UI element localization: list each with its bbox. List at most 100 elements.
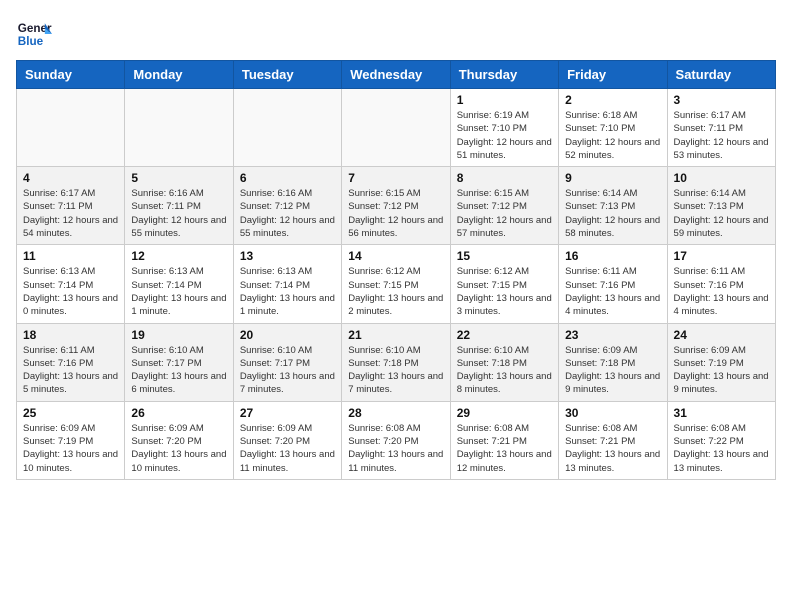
calendar-cell: 3 Sunrise: 6:17 AMSunset: 7:11 PMDaylight… — [667, 89, 775, 167]
weekday-header-tuesday: Tuesday — [233, 61, 341, 89]
calendar-cell: 18Sunrise: 6:11 AMSunset: 7:16 PMDayligh… — [17, 323, 125, 401]
day-number: 21 — [348, 328, 443, 342]
calendar-cell — [342, 89, 450, 167]
day-number: 10 — [674, 171, 769, 185]
day-info: Sunrise: 6:09 AMSunset: 7:19 PMDaylight:… — [23, 422, 118, 475]
weekday-header-sunday: Sunday — [17, 61, 125, 89]
calendar-cell: 20 Sunrise: 6:10 AMSunset: 7:17 PMDayligh… — [233, 323, 341, 401]
day-number: 2 — [565, 93, 660, 107]
calendar-cell: 26 Sunrise: 6:09 AMSunset: 7:20 PMDayligh… — [125, 401, 233, 479]
day-info: Sunrise: 6:13 AMSunset: 7:14 PMDaylight:… — [240, 265, 335, 318]
calendar-cell: 28 Sunrise: 6:08 AMSunset: 7:20 PMDayligh… — [342, 401, 450, 479]
day-number: 12 — [131, 249, 226, 263]
day-info: Sunrise: 6:14 AMSunset: 7:13 PMDaylight:… — [565, 187, 660, 240]
calendar-cell: 7 Sunrise: 6:15 AMSunset: 7:12 PMDaylight… — [342, 167, 450, 245]
day-info: Sunrise: 6:13 AMSunset: 7:14 PMDaylight:… — [131, 265, 226, 318]
day-info: Sunrise: 6:17 AMSunset: 7:11 PMDaylight:… — [674, 109, 769, 162]
calendar-cell: 5 Sunrise: 6:16 AMSunset: 7:11 PMDaylight… — [125, 167, 233, 245]
week-row-5: 25 Sunrise: 6:09 AMSunset: 7:19 PMDayligh… — [17, 401, 776, 479]
calendar-cell: 11 Sunrise: 6:13 AMSunset: 7:14 PMDayligh… — [17, 245, 125, 323]
day-number: 20 — [240, 328, 335, 342]
calendar-cell: 27 Sunrise: 6:09 AMSunset: 7:20 PMDayligh… — [233, 401, 341, 479]
calendar-cell — [233, 89, 341, 167]
weekday-header-row: SundayMondayTuesdayWednesdayThursdayFrid… — [17, 61, 776, 89]
day-info: Sunrise: 6:12 AMSunset: 7:15 PMDaylight:… — [457, 265, 552, 318]
calendar-cell: 9 Sunrise: 6:14 AMSunset: 7:13 PMDaylight… — [559, 167, 667, 245]
day-number: 16 — [565, 249, 660, 263]
day-number: 8 — [457, 171, 552, 185]
day-number: 28 — [348, 406, 443, 420]
calendar-cell: 30Sunrise: 6:08 AMSunset: 7:21 PMDayligh… — [559, 401, 667, 479]
day-number: 19 — [131, 328, 226, 342]
weekday-header-wednesday: Wednesday — [342, 61, 450, 89]
day-info: Sunrise: 6:08 AMSunset: 7:21 PMDaylight:… — [457, 422, 552, 475]
day-info: Sunrise: 6:09 AMSunset: 7:18 PMDaylight:… — [565, 344, 660, 397]
day-info: Sunrise: 6:10 AMSunset: 7:18 PMDaylight:… — [348, 344, 443, 397]
day-info: Sunrise: 6:11 AMSunset: 7:16 PMDaylight:… — [23, 344, 118, 397]
day-info: Sunrise: 6:10 AMSunset: 7:18 PMDaylight:… — [457, 344, 552, 397]
calendar-cell: 31 Sunrise: 6:08 AMSunset: 7:22 PMDayligh… — [667, 401, 775, 479]
calendar-cell: 15 Sunrise: 6:12 AMSunset: 7:15 PMDayligh… — [450, 245, 558, 323]
day-info: Sunrise: 6:13 AMSunset: 7:14 PMDaylight:… — [23, 265, 118, 318]
day-number: 13 — [240, 249, 335, 263]
day-info: Sunrise: 6:19 AMSunset: 7:10 PMDaylight:… — [457, 109, 552, 162]
day-info: Sunrise: 6:08 AMSunset: 7:22 PMDaylight:… — [674, 422, 769, 475]
calendar-cell: 17Sunrise: 6:11 AMSunset: 7:16 PMDayligh… — [667, 245, 775, 323]
page-header: General Blue — [16, 16, 776, 52]
day-info: Sunrise: 6:09 AMSunset: 7:20 PMDaylight:… — [240, 422, 335, 475]
calendar-cell: 14 Sunrise: 6:12 AMSunset: 7:15 PMDayligh… — [342, 245, 450, 323]
day-number: 4 — [23, 171, 118, 185]
calendar-cell: 8 Sunrise: 6:15 AMSunset: 7:12 PMDaylight… — [450, 167, 558, 245]
day-number: 22 — [457, 328, 552, 342]
day-number: 25 — [23, 406, 118, 420]
day-number: 15 — [457, 249, 552, 263]
logo: General Blue — [16, 16, 56, 52]
calendar-cell: 16 Sunrise: 6:11 AMSunset: 7:16 PMDayligh… — [559, 245, 667, 323]
calendar-table: SundayMondayTuesdayWednesdayThursdayFrid… — [16, 60, 776, 480]
logo-icon: General Blue — [16, 16, 52, 52]
day-number: 7 — [348, 171, 443, 185]
day-info: Sunrise: 6:12 AMSunset: 7:15 PMDaylight:… — [348, 265, 443, 318]
day-number: 6 — [240, 171, 335, 185]
calendar-cell: 13 Sunrise: 6:13 AMSunset: 7:14 PMDayligh… — [233, 245, 341, 323]
day-info: Sunrise: 6:17 AMSunset: 7:11 PMDaylight:… — [23, 187, 118, 240]
day-number: 31 — [674, 406, 769, 420]
calendar-cell: 12 Sunrise: 6:13 AMSunset: 7:14 PMDayligh… — [125, 245, 233, 323]
day-info: Sunrise: 6:09 AMSunset: 7:20 PMDaylight:… — [131, 422, 226, 475]
day-info: Sunrise: 6:15 AMSunset: 7:12 PMDaylight:… — [457, 187, 552, 240]
svg-text:Blue: Blue — [18, 35, 44, 48]
calendar-cell: 24 Sunrise: 6:09 AMSunset: 7:19 PMDayligh… — [667, 323, 775, 401]
calendar-cell: 1Sunrise: 6:19 AMSunset: 7:10 PMDaylight… — [450, 89, 558, 167]
day-info: Sunrise: 6:09 AMSunset: 7:19 PMDaylight:… — [674, 344, 769, 397]
day-number: 3 — [674, 93, 769, 107]
day-info: Sunrise: 6:11 AMSunset: 7:16 PMDaylight:… — [565, 265, 660, 318]
day-number: 11 — [23, 249, 118, 263]
day-number: 5 — [131, 171, 226, 185]
day-number: 27 — [240, 406, 335, 420]
calendar-cell: 2 Sunrise: 6:18 AMSunset: 7:10 PMDaylight… — [559, 89, 667, 167]
day-number: 24 — [674, 328, 769, 342]
day-info: Sunrise: 6:16 AMSunset: 7:12 PMDaylight:… — [240, 187, 335, 240]
week-row-3: 11 Sunrise: 6:13 AMSunset: 7:14 PMDayligh… — [17, 245, 776, 323]
day-number: 29 — [457, 406, 552, 420]
week-row-1: 1Sunrise: 6:19 AMSunset: 7:10 PMDaylight… — [17, 89, 776, 167]
day-number: 14 — [348, 249, 443, 263]
calendar-cell: 21 Sunrise: 6:10 AMSunset: 7:18 PMDayligh… — [342, 323, 450, 401]
calendar-cell: 6 Sunrise: 6:16 AMSunset: 7:12 PMDaylight… — [233, 167, 341, 245]
day-number: 9 — [565, 171, 660, 185]
day-info: Sunrise: 6:16 AMSunset: 7:11 PMDaylight:… — [131, 187, 226, 240]
calendar-cell — [17, 89, 125, 167]
day-info: Sunrise: 6:11 AMSunset: 7:16 PMDaylight:… — [674, 265, 769, 318]
day-info: Sunrise: 6:18 AMSunset: 7:10 PMDaylight:… — [565, 109, 660, 162]
day-info: Sunrise: 6:10 AMSunset: 7:17 PMDaylight:… — [240, 344, 335, 397]
week-row-2: 4 Sunrise: 6:17 AMSunset: 7:11 PMDaylight… — [17, 167, 776, 245]
day-info: Sunrise: 6:15 AMSunset: 7:12 PMDaylight:… — [348, 187, 443, 240]
weekday-header-monday: Monday — [125, 61, 233, 89]
day-number: 30 — [565, 406, 660, 420]
day-info: Sunrise: 6:08 AMSunset: 7:20 PMDaylight:… — [348, 422, 443, 475]
calendar-cell: 23 Sunrise: 6:09 AMSunset: 7:18 PMDayligh… — [559, 323, 667, 401]
week-row-4: 18Sunrise: 6:11 AMSunset: 7:16 PMDayligh… — [17, 323, 776, 401]
day-info: Sunrise: 6:10 AMSunset: 7:17 PMDaylight:… — [131, 344, 226, 397]
day-number: 23 — [565, 328, 660, 342]
day-number: 26 — [131, 406, 226, 420]
